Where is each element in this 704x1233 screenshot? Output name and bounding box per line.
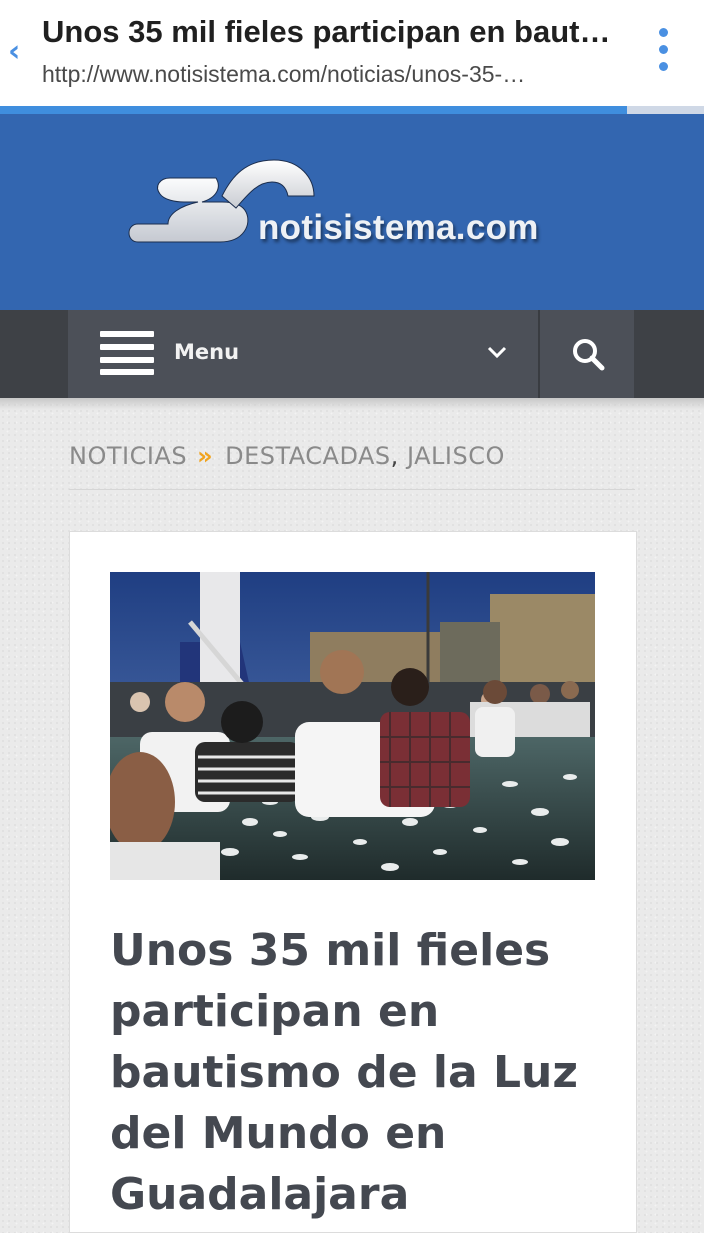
load-progress-fill (0, 106, 627, 114)
load-progress-bar (0, 106, 704, 114)
brand-name: notisistema.com (258, 208, 539, 247)
nav-divider (538, 310, 540, 398)
breadcrumb-link-jalisco[interactable]: JALISCO (407, 442, 505, 470)
nav-bar: Menu (0, 310, 704, 398)
article-card: Unos 35 mil fieles participan en bautism… (69, 531, 637, 1233)
search-icon[interactable] (570, 336, 606, 372)
breadcrumb-link-destacadas[interactable]: DESTACADAS (225, 442, 391, 470)
nav-menu-container: Menu (68, 310, 634, 398)
breadcrumb-separator: » (197, 442, 214, 470)
article-headline[interactable]: Unos 35 mil fieles participan en bautism… (110, 920, 580, 1225)
breadcrumb-divider (69, 489, 635, 490)
chevron-down-icon[interactable] (486, 342, 508, 362)
article-photo[interactable] (110, 572, 595, 880)
breadcrumb-link-noticias[interactable]: NOTICIAS (69, 442, 187, 470)
site-header: notisistema.com (0, 114, 704, 310)
chevron-left-icon[interactable]: ‹ (8, 36, 28, 68)
browser-toolbar: ‹ Unos 35 mil fieles participan en baut…… (0, 0, 704, 106)
site-logo[interactable]: notisistema.com (124, 158, 584, 258)
url-text[interactable]: http://www.notisistema.com/noticias/unos… (42, 61, 630, 88)
hamburger-icon[interactable] (100, 331, 154, 375)
breadcrumb: NOTICIAS » DESTACADAS, JALISCO (69, 442, 635, 482)
nav-shadow (0, 398, 704, 410)
breadcrumb-comma: , (390, 442, 399, 470)
page-title[interactable]: Unos 35 mil fieles participan en baut… (42, 14, 642, 50)
menu-button[interactable]: Menu (174, 340, 239, 364)
article-image (110, 572, 595, 880)
vertical-dots-icon[interactable] (654, 28, 674, 78)
